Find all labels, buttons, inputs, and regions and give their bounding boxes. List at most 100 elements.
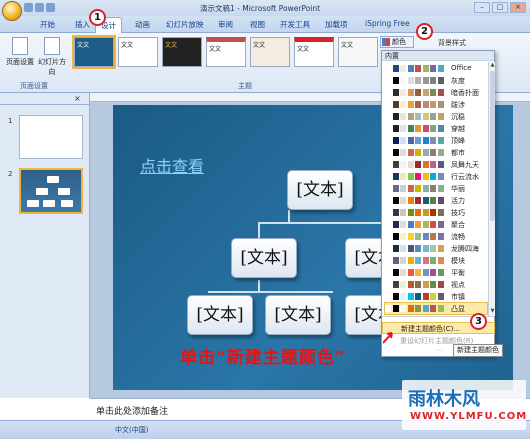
color-swatch <box>385 209 391 216</box>
pane-close-icon[interactable]: × <box>74 94 81 103</box>
tab-slideshow[interactable]: 幻灯片放映 <box>166 19 204 30</box>
color-swatch <box>392 305 399 312</box>
theme-thumb[interactable]: 文文 <box>162 37 202 67</box>
color-swatch <box>437 197 444 204</box>
resize-grip-icon[interactable]: ⋯ <box>432 347 446 354</box>
save-icon[interactable] <box>24 3 33 12</box>
color-scheme-item[interactable]: 视点 <box>385 279 487 290</box>
color-swatch <box>407 197 414 204</box>
theme-thumb[interactable]: 文文 <box>250 37 290 67</box>
slides-pane: × 1 2 <box>0 93 90 398</box>
quick-access-toolbar[interactable] <box>24 3 58 13</box>
tab-review[interactable]: 审阅 <box>218 19 233 30</box>
page-setup-button[interactable]: 页面设置 <box>6 37 34 67</box>
color-swatch <box>392 65 399 72</box>
color-scheme-item[interactable]: 技巧 <box>385 207 487 218</box>
slide-thumbnail-1[interactable] <box>19 115 83 159</box>
theme-thumb[interactable]: 文文 <box>294 37 334 67</box>
color-scheme-item[interactable]: 穿越 <box>385 123 487 134</box>
color-swatch <box>415 281 421 288</box>
color-swatch <box>437 257 444 264</box>
smartart-node[interactable]: [文本] <box>187 295 253 335</box>
background-styles-button[interactable]: 背景样式 <box>438 38 466 48</box>
color-swatch <box>400 197 406 204</box>
color-swatch <box>422 293 429 300</box>
maximize-button[interactable]: □ <box>492 2 508 13</box>
smartart-node[interactable]: [文本] <box>265 295 331 335</box>
color-swatch <box>385 113 391 120</box>
tab-ispring[interactable]: iSpring Free <box>365 19 410 28</box>
scroll-thumb[interactable] <box>490 71 495 221</box>
theme-thumb[interactable]: 文文 <box>72 35 116 69</box>
theme-thumb[interactable]: 文文 <box>118 37 158 67</box>
tab-insert[interactable]: 插入 <box>75 19 90 30</box>
colors-button[interactable]: 颜色 <box>380 36 414 48</box>
color-scheme-label: 灰度 <box>451 77 465 85</box>
color-swatch <box>430 125 436 132</box>
tab-addins[interactable]: 加载项 <box>325 19 348 30</box>
scroll-down-icon[interactable]: ▼ <box>489 308 496 315</box>
color-swatch <box>392 233 399 240</box>
color-swatch <box>392 137 399 144</box>
minimize-button[interactable]: – <box>474 2 490 13</box>
color-scheme-item[interactable]: 顶峰 <box>385 135 487 146</box>
theme-thumb[interactable]: 文文 <box>338 37 378 67</box>
color-swatch <box>392 245 399 252</box>
color-scheme-item[interactable]: 沉稳 <box>385 111 487 122</box>
color-scheme-label: 聚合 <box>451 221 465 229</box>
color-scheme-item[interactable]: 华丽 <box>385 183 487 194</box>
color-swatch <box>392 77 399 84</box>
scroll-up-icon[interactable]: ▲ <box>489 62 496 69</box>
tab-home[interactable]: 开始 <box>40 19 55 30</box>
color-scheme-item[interactable]: 跋涉 <box>385 99 487 110</box>
tab-developer[interactable]: 开发工具 <box>280 19 310 30</box>
color-scheme-item[interactable]: 凤舞九天 <box>385 159 487 170</box>
color-swatch <box>437 209 444 216</box>
color-swatch <box>422 125 429 132</box>
tab-view[interactable]: 视图 <box>250 19 265 30</box>
color-swatch <box>385 305 391 312</box>
ribbon-tabs: 开始 插入 设计 动画 幻灯片放映 审阅 视图 开发工具 加载项 iSpring… <box>0 16 530 33</box>
smartart-node[interactable]: [文本] <box>231 238 297 278</box>
dropdown-scrollbar[interactable]: ▲ ▼ <box>488 62 495 316</box>
color-scheme-label: 都市 <box>451 149 465 157</box>
color-swatch <box>422 245 429 252</box>
color-scheme-item[interactable]: 聚合 <box>385 219 487 230</box>
color-swatch <box>407 185 414 192</box>
color-scheme-item[interactable]: 流畅 <box>385 231 487 242</box>
color-scheme-item[interactable]: Office <box>385 63 487 74</box>
tab-animation[interactable]: 动画 <box>135 19 150 30</box>
color-scheme-item[interactable]: 行云流水 <box>385 171 487 182</box>
color-scheme-item[interactable]: 暗香扑面 <box>385 87 487 98</box>
color-swatch <box>400 137 406 144</box>
color-scheme-item[interactable]: 活力 <box>385 195 487 206</box>
office-button[interactable] <box>2 1 22 21</box>
color-scheme-item[interactable]: 龙腾四海 <box>385 243 487 254</box>
smartart-node[interactable]: [文本] <box>287 170 353 210</box>
color-swatch <box>437 173 444 180</box>
color-scheme-item[interactable]: 都市 <box>385 147 487 158</box>
group-label-theme: 主题 <box>238 82 252 90</box>
color-swatch <box>407 281 414 288</box>
redo-icon[interactable] <box>46 3 55 12</box>
slide-orientation-button[interactable]: 幻灯片方向 <box>38 37 66 77</box>
color-scheme-item[interactable]: 市镇 <box>385 291 487 302</box>
close-button[interactable]: × <box>510 2 526 13</box>
undo-icon[interactable] <box>35 3 44 12</box>
color-swatch <box>385 77 391 84</box>
color-scheme-item[interactable]: 平衡 <box>385 267 487 278</box>
slide-link[interactable]: 点击查看 <box>140 153 204 177</box>
color-swatch <box>400 65 406 72</box>
slide-thumbnail-2[interactable] <box>19 168 83 214</box>
color-swatch <box>437 293 444 300</box>
color-swatch <box>400 101 406 108</box>
color-swatch <box>422 161 429 168</box>
color-scheme-label: 华丽 <box>451 185 465 193</box>
color-swatch <box>415 173 421 180</box>
color-scheme-item[interactable]: 灰度 <box>385 75 487 86</box>
theme-thumb[interactable]: 文文 <box>206 37 246 67</box>
dropdown-header: 内置 <box>382 51 494 61</box>
orientation-icon <box>44 37 60 55</box>
color-scheme-item[interactable]: 模块 <box>385 255 487 266</box>
color-scheme-item[interactable]: 凸显 <box>384 302 488 315</box>
